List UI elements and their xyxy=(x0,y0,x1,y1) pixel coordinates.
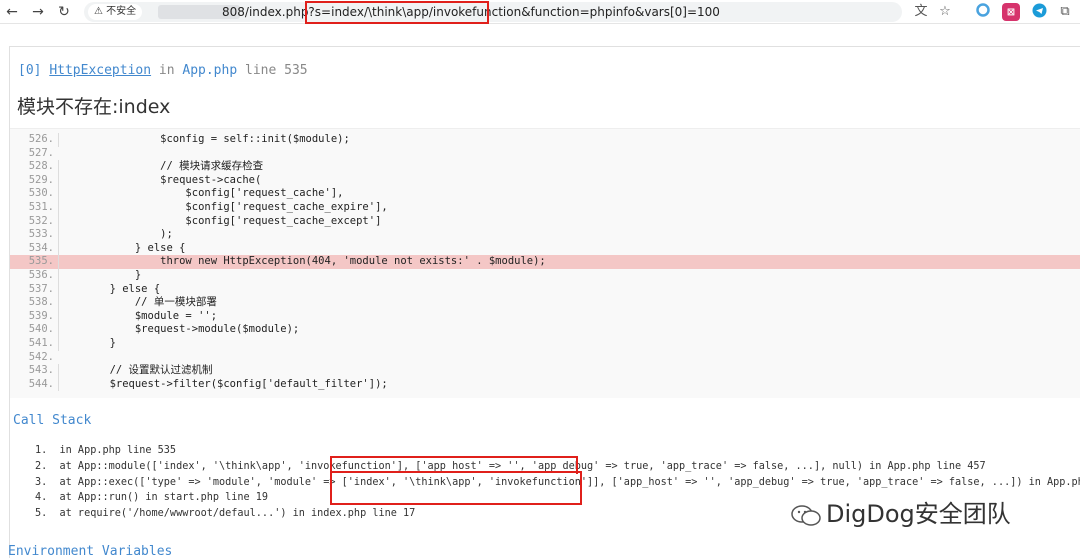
in-word: in xyxy=(158,63,175,78)
line-number: 541. xyxy=(28,337,54,349)
watermark: DigDog安全团队 xyxy=(790,494,1011,529)
annotation-box-stack-3 xyxy=(330,471,582,505)
source-line: 531. $config['request_cache_expire'], xyxy=(10,201,1080,215)
line-code: // 单一模块部署 xyxy=(58,296,217,310)
source-line: 527. xyxy=(10,147,1080,161)
line-number: 543. xyxy=(28,364,54,377)
back-arrow-icon[interactable]: ← xyxy=(2,2,22,22)
source-line: 526. $config = self::init($module); xyxy=(10,133,1080,147)
insecure-badge[interactable]: ⚠ 不安全 xyxy=(88,4,143,20)
line-code: $request->filter($config['default_filter… xyxy=(58,377,388,392)
line-word: line xyxy=(245,63,277,78)
watermark-text: DigDog安全团队 xyxy=(826,500,1011,528)
line-code: $config = self::init($module); xyxy=(58,133,350,147)
source-line-highlighted: 535. throw new HttpException(404, 'modul… xyxy=(10,255,1080,269)
error-message: 模块不存在:index xyxy=(17,96,171,118)
line-code: // 模块请求缓存检查 xyxy=(58,160,264,174)
line-number: 542. xyxy=(28,350,54,363)
line-code: $request->module($module); xyxy=(58,323,300,337)
line-number: 539. xyxy=(28,309,54,322)
exception-class-link[interactable]: HttpException xyxy=(49,63,151,78)
source-line: 541. } xyxy=(10,337,1080,351)
line-number: 540. xyxy=(28,323,54,336)
line-code: } xyxy=(58,337,116,351)
line-number: 538. xyxy=(28,296,54,309)
source-line: 532. $config['request_cache_except'] xyxy=(10,214,1080,229)
line-number: 529. xyxy=(28,173,54,186)
source-line: 543. // 设置默认过滤机制 xyxy=(10,364,1080,378)
line-number: 527. xyxy=(28,146,54,159)
line-number: 530. xyxy=(28,187,54,200)
source-line: 542. xyxy=(10,351,1080,365)
line-code: $config['request_cache'], xyxy=(58,187,344,201)
source-line: 529. $request->cache( xyxy=(10,173,1080,188)
source-line: 539. $module = ''; xyxy=(10,309,1080,324)
source-line: 544. $request->filter($config['default_f… xyxy=(10,377,1080,392)
source-line: 538. // 单一模块部署 xyxy=(10,296,1080,310)
wechat-icon xyxy=(791,505,821,526)
forward-arrow-icon[interactable]: → xyxy=(28,2,48,22)
line-number: 531. xyxy=(28,201,54,213)
line-number: 544. xyxy=(28,377,54,390)
address-bar[interactable]: ⚠ 不安全 808/index.php?s=index/\think\app/i… xyxy=(84,2,902,22)
line-number: 536. xyxy=(28,269,54,281)
line-number: 535. xyxy=(28,255,54,268)
exception-index: [0] xyxy=(18,63,42,78)
line-number: 533. xyxy=(28,228,54,241)
line-number: 526. xyxy=(28,133,54,145)
line-code: $module = ''; xyxy=(58,309,218,324)
source-line: 534. } else { xyxy=(10,241,1080,256)
star-icon[interactable]: ☆ xyxy=(936,3,954,21)
line-number: 532. xyxy=(28,214,54,227)
line-code: $request->cache( xyxy=(58,173,262,188)
exception-line: 535 xyxy=(284,63,308,78)
line-number: 528. xyxy=(28,160,54,173)
annotation-box-url xyxy=(305,1,489,24)
line-code: } xyxy=(58,269,142,283)
source-line: 536. } xyxy=(10,269,1080,283)
exception-header: [0] HttpException in App.php line 535 xyxy=(18,63,308,78)
browser-toolbar: ← → ↻ ⚠ 不安全 808/index.php?s=index/\think… xyxy=(0,0,1080,24)
call-stack-title: Call Stack xyxy=(13,413,92,428)
line-code: // 设置默认过滤机制 xyxy=(58,364,213,378)
line-code: ); xyxy=(58,228,173,242)
reload-icon[interactable]: ↻ xyxy=(54,2,74,22)
line-number: 534. xyxy=(28,241,54,254)
line-code: throw new HttpException(404, 'module not… xyxy=(58,255,546,269)
source-line: 540. $request->module($module); xyxy=(10,323,1080,337)
translate-icon[interactable]: 文 xyxy=(912,3,930,21)
extension-telegram-icon[interactable] xyxy=(1030,3,1048,21)
source-line: 530. $config['request_cache'], xyxy=(10,187,1080,201)
environment-variables-title: Environment Variables xyxy=(8,544,173,558)
line-code: $config['request_cache_except'] xyxy=(58,214,382,229)
source-line: 537. } else { xyxy=(10,282,1080,297)
extension-blue-icon[interactable] xyxy=(974,3,992,21)
line-code: } else { xyxy=(58,282,161,297)
source-code-block: 526. $config = self::init($module); 527. 5… xyxy=(10,128,1080,398)
extensions-puzzle-icon[interactable]: ⧉ xyxy=(1056,3,1074,21)
line-code: } else { xyxy=(58,241,186,256)
extension-pink-icon[interactable]: ⊠ xyxy=(1002,3,1020,21)
source-line: 533. ); xyxy=(10,228,1080,242)
line-number: 537. xyxy=(28,282,54,295)
source-line: 528. // 模块请求缓存检查 xyxy=(10,160,1080,174)
line-code: $config['request_cache_expire'], xyxy=(58,201,388,215)
exception-file: App.php xyxy=(182,63,238,78)
